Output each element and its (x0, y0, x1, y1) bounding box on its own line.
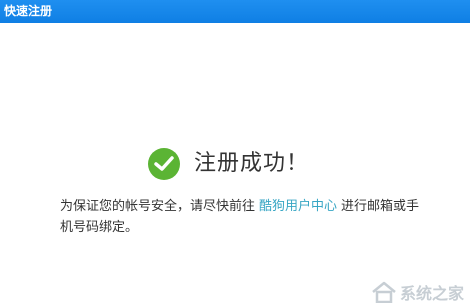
window-title: 快速注册 (4, 4, 53, 18)
kugou-user-center-link[interactable]: 酷狗用户中心 (259, 199, 337, 214)
register-dialog: 快速注册 注册成功！ 为保证您的帐号安全，请尽快前往 酷狗用户中心 进行邮箱或手机号… (0, 0, 470, 307)
binding-instruction: 为保证您的帐号安全，请尽快前往 酷狗用户中心 进行邮箱或手机号码绑定。 (60, 196, 420, 238)
check-circle-icon (148, 148, 180, 180)
message-text-before: 为保证您的帐号安全，请尽快前往 (60, 199, 256, 214)
check-mark-icon (154, 156, 174, 171)
success-row: 注册成功！ (148, 147, 309, 181)
success-message: 注册成功！ (194, 151, 310, 176)
watermark: 系统之家 (371, 280, 464, 304)
title-bar: 快速注册 (0, 0, 470, 23)
house-logo-icon (372, 281, 396, 303)
watermark-text: 系统之家 (399, 284, 464, 303)
